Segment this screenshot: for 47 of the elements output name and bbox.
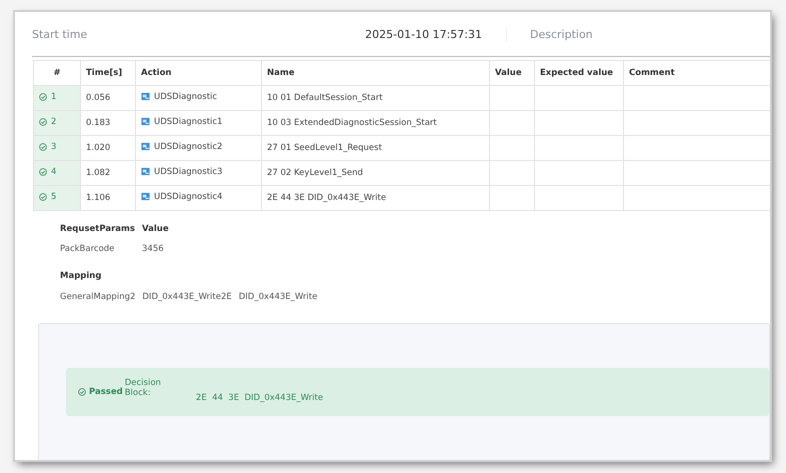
diagnostic-icon: [141, 117, 150, 126]
table-cell: 0.056: [80, 86, 136, 110]
status-cell: 5: [34, 186, 80, 210]
diagnostic-icon: [141, 167, 150, 176]
mapping-item: GeneralMapping2: [60, 292, 136, 302]
table-cell: 2E 44 3E DID_0x443E_Write: [262, 186, 490, 210]
section-title: Mapping: [60, 271, 102, 283]
table-cell: 0.183: [80, 110, 136, 136]
table-cell-text: 3456: [142, 244, 165, 254]
field-label: Start time: [32, 28, 88, 40]
column-header: Expected value: [534, 60, 624, 86]
mapping-item: DID_0x443E_Write2E: [142, 292, 232, 302]
diagnostic-icon: [141, 92, 150, 102]
column-header: Comment: [624, 60, 770, 86]
column-header: Value: [142, 224, 170, 234]
column-header: #: [34, 60, 80, 86]
table-cell: UDSDiagnostic2: [136, 136, 262, 160]
column-header: Time[s]: [80, 60, 136, 86]
status-cell: 4: [34, 160, 80, 186]
table-cell: UDSDiagnostic: [136, 86, 262, 110]
block-label: Block:: [124, 388, 152, 398]
block-label: Decision: [124, 378, 161, 388]
status-cell: 1: [34, 86, 80, 110]
table-cell: 1.082: [80, 160, 136, 186]
field-label: Description: [530, 28, 593, 40]
table-cell: 1.106: [80, 186, 136, 210]
table-cell: 27 01 SeedLevel1_Request: [262, 136, 490, 160]
block-value: 2E 44 3E DID_0x443E_Write: [196, 392, 324, 402]
mapping-item: DID_0x443E_Write: [238, 292, 318, 302]
table-cell: UDSDiagnostic1: [136, 110, 262, 136]
diagnostic-icon: [141, 142, 150, 152]
diagnostic-icon: [141, 192, 150, 202]
table-cell: 10 03 ExtendedDiagnosticSession_Start: [262, 110, 490, 136]
table-cell: 10 01 DefaultSession_Start: [262, 86, 490, 110]
status-cell: 2: [34, 110, 80, 136]
status-label: Passed: [89, 387, 123, 397]
table-cell: UDSDiagnostic4: [136, 186, 262, 210]
column-header: Action: [136, 60, 262, 86]
column-header: Name: [262, 60, 490, 86]
status-cell: 3: [34, 136, 80, 160]
table-cell: UDSDiagnostic3: [136, 160, 262, 186]
column-header: RequsetParams: [60, 224, 136, 234]
table-cell-text: PackBarcode: [60, 244, 116, 254]
table-cell: 1.020: [80, 136, 136, 160]
field-value: 2025-01-10 17:57:31: [362, 28, 507, 40]
column-header: Value: [490, 60, 534, 86]
table-cell: 27 02 KeyLevel1_Send: [262, 160, 490, 186]
